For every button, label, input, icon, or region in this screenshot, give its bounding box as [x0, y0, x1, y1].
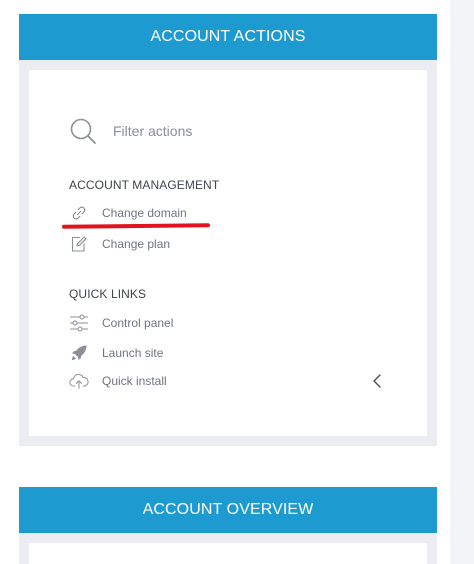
- cloud-upload-icon: [69, 371, 89, 391]
- rocket-icon: [69, 343, 89, 363]
- account-overview-title: ACCOUNT OVERVIEW: [142, 501, 314, 518]
- page: ACCOUNT ACTIONS ACCOUNT MANAGEMENT: [0, 0, 474, 564]
- highlight-underline: [61, 223, 211, 229]
- section-title-quick-links: QUICK LINKS: [69, 287, 147, 301]
- action-label: Control panel: [102, 316, 174, 330]
- section-title-account-management: ACCOUNT MANAGEMENT: [69, 178, 220, 192]
- sliders-icon: [69, 313, 89, 333]
- action-quick-install[interactable]: Quick install: [69, 370, 167, 392]
- search-icon: [70, 118, 96, 144]
- action-change-plan[interactable]: Change plan: [69, 233, 170, 255]
- edit-icon: [69, 234, 89, 254]
- account-overview-header[interactable]: ACCOUNT OVERVIEW: [19, 487, 437, 533]
- action-label: Quick install: [102, 374, 167, 388]
- link-icon: [69, 203, 89, 223]
- account-actions-panel: ACCOUNT ACTIONS ACCOUNT MANAGEMENT: [19, 14, 437, 446]
- action-change-domain[interactable]: Change domain: [69, 202, 187, 224]
- action-label: Change plan: [102, 237, 171, 251]
- scroll-gutter: [450, 0, 474, 564]
- account-actions-body: ACCOUNT MANAGEMENT Change domain: [29, 70, 427, 436]
- action-label: Launch site: [102, 346, 164, 360]
- filter-actions-input[interactable]: [113, 123, 333, 139]
- action-label: Change domain: [102, 206, 187, 220]
- chevron-left-icon[interactable]: [370, 373, 384, 389]
- account-overview-body: [29, 543, 427, 564]
- filter-search: [69, 116, 333, 146]
- action-launch-site[interactable]: Launch site: [69, 342, 163, 364]
- account-overview-panel: ACCOUNT OVERVIEW: [19, 487, 437, 564]
- action-control-panel[interactable]: Control panel: [69, 312, 173, 334]
- account-actions-header[interactable]: ACCOUNT ACTIONS: [19, 14, 437, 60]
- account-actions-title: ACCOUNT ACTIONS: [150, 28, 306, 45]
